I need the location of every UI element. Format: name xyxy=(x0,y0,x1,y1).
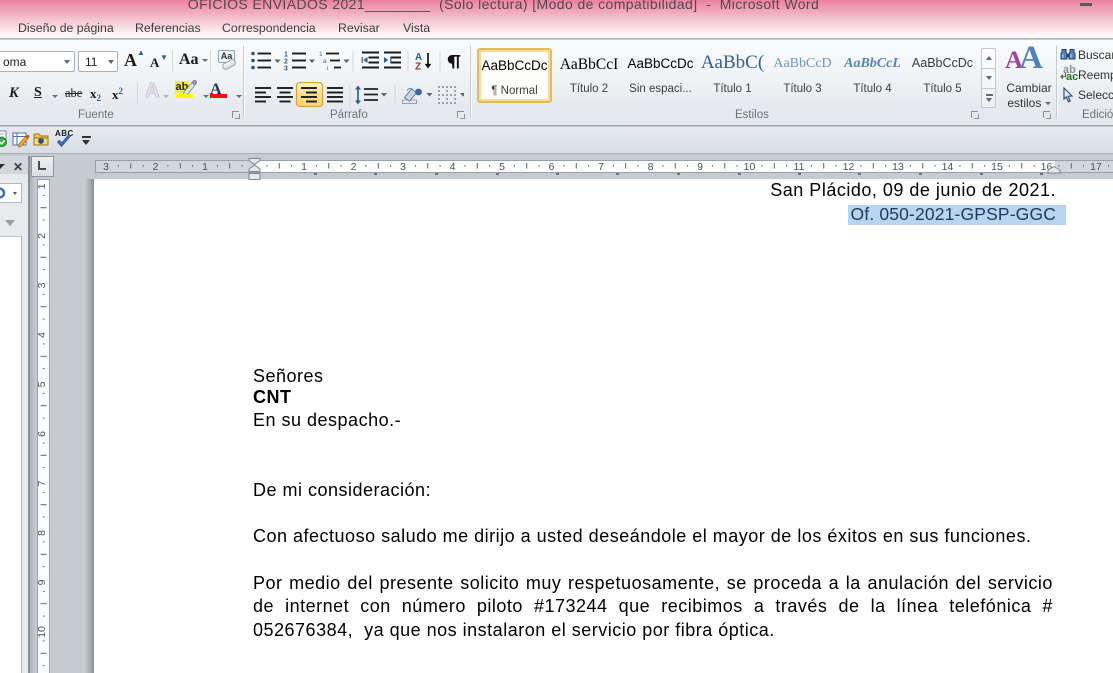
svg-text:5: 5 xyxy=(37,381,48,387)
svg-text:a: a xyxy=(323,58,327,65)
svg-text:4: 4 xyxy=(450,161,456,173)
svg-text:15: 15 xyxy=(991,161,1003,173)
svg-text:11: 11 xyxy=(794,161,805,173)
svg-text:2: 2 xyxy=(37,233,48,239)
svg-text:8: 8 xyxy=(37,530,48,536)
svg-text:10: 10 xyxy=(744,161,756,173)
svg-text:6: 6 xyxy=(37,431,48,437)
svg-text:2: 2 xyxy=(351,161,357,173)
svg-text:1: 1 xyxy=(301,161,307,173)
svg-text:Z: Z xyxy=(415,62,421,73)
svg-text:4: 4 xyxy=(37,332,48,338)
svg-text:12: 12 xyxy=(843,161,855,173)
svg-text:3: 3 xyxy=(103,161,109,173)
svg-text:10: 10 xyxy=(37,626,48,638)
svg-text:1: 1 xyxy=(202,161,208,173)
svg-text:5: 5 xyxy=(499,161,505,173)
svg-text:8: 8 xyxy=(648,161,654,173)
svg-text:9: 9 xyxy=(697,161,703,173)
svg-text:17: 17 xyxy=(1090,161,1102,173)
svg-text:1: 1 xyxy=(37,183,48,189)
svg-text:2: 2 xyxy=(153,161,159,173)
svg-text:i: i xyxy=(327,65,328,72)
svg-text:14: 14 xyxy=(942,161,954,173)
svg-text:7: 7 xyxy=(598,161,604,173)
svg-text:1: 1 xyxy=(319,51,323,58)
svg-text:7: 7 xyxy=(37,480,48,486)
svg-text:1: 1 xyxy=(284,52,288,59)
svg-text:6: 6 xyxy=(549,161,555,173)
svg-text:3: 3 xyxy=(400,161,406,173)
svg-text:3: 3 xyxy=(37,282,48,288)
svg-text:9: 9 xyxy=(37,579,48,585)
svg-text:3: 3 xyxy=(284,66,288,73)
svg-text:2: 2 xyxy=(284,59,288,66)
svg-text:13: 13 xyxy=(892,161,904,173)
